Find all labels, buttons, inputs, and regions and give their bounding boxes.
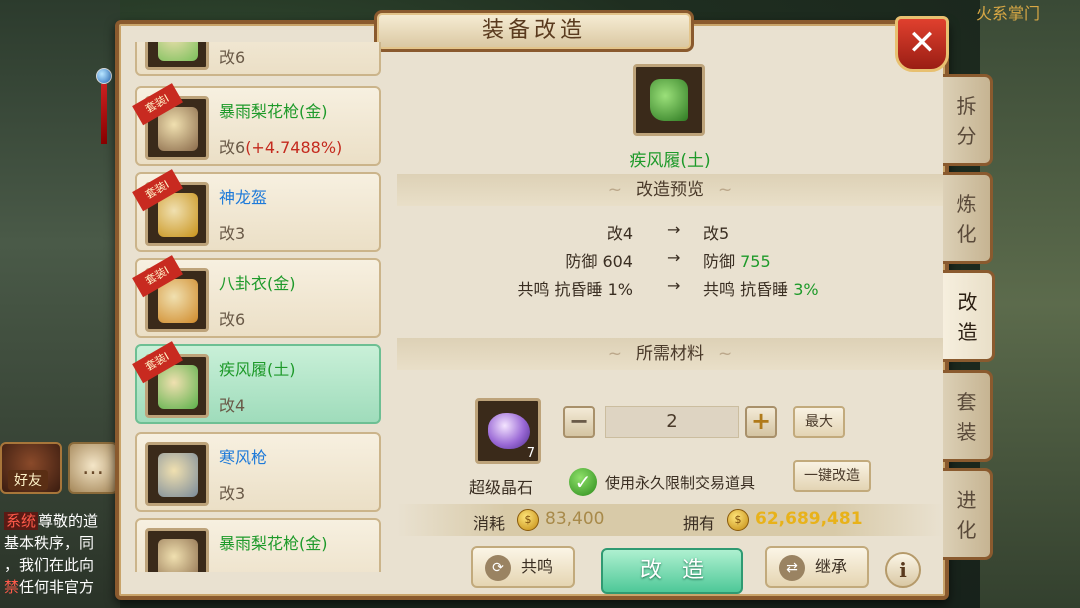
side-tab-char: 进 (956, 488, 977, 512)
equipment-modify-dialog: 装备改造 ✕ 改6 套装I 暴雨梨花枪(金) 改6(+4.7488%) 套装I 神龙盔 改3… (115, 10, 949, 600)
side-tab-char: 拆 (956, 94, 977, 118)
equipment-name: 寒风枪 (219, 448, 268, 467)
level-bonus: (+4.7488%) (245, 138, 343, 157)
side-tab[interactable]: 炼化 (943, 172, 993, 264)
own-value: 62,689,481 (755, 509, 863, 529)
equipment-thumbnail (145, 42, 209, 70)
equipment-name: 八卦衣(金) (219, 274, 296, 293)
equipment-icon (158, 539, 198, 572)
background-npc-label: 火系掌门 (975, 4, 1040, 23)
equipment-icon (158, 193, 198, 237)
side-tab[interactable]: 拆分 (943, 74, 993, 166)
side-tab-char: 化 (956, 518, 977, 542)
background-scenery-right (980, 0, 1080, 608)
selected-equipment-icon (633, 64, 705, 136)
equipment-list-item[interactable]: 套装I 神龙盔 改3 (132, 169, 381, 252)
equipment-name: 暴雨梨花枪(金) (219, 534, 328, 553)
tassel-icon (101, 84, 107, 144)
chat-line: 系统 尊敬的道 (4, 512, 99, 530)
chat-prefix: 禁 (4, 578, 20, 596)
chat-line: ，我们在此向 (4, 556, 95, 574)
equipment-list[interactable]: 改6 套装I 暴雨梨花枪(金) 改6(+4.7488%) 套装I 神龙盔 改3 套装I 八卦衣(… (129, 42, 389, 572)
side-tab-char: 炼 (956, 192, 977, 216)
material-name: 超级晶石 (469, 478, 534, 497)
equipment-thumbnail (145, 528, 209, 572)
exchange-icon: ⇄ (779, 554, 805, 581)
side-tab[interactable]: 套装 (943, 370, 993, 462)
boots-icon (650, 79, 688, 121)
preview-heading: 改造预览 (397, 174, 943, 206)
decrease-button[interactable]: − (563, 406, 595, 438)
chat-bubble-icon[interactable]: … (68, 442, 118, 494)
cost-bar: 消耗 $ 83,400 拥有 $ 62,689,481 (397, 504, 943, 536)
equipment-list-item[interactable]: 套装I 暴雨梨花枪(金) 改6(+4.7488%) (132, 83, 381, 166)
consume-value: 83,400 (545, 509, 605, 529)
equipment-icon (158, 279, 198, 323)
quantity-field[interactable]: 2 (605, 406, 739, 438)
orb-icon (96, 68, 112, 84)
equipment-list-item[interactable]: 改6 (135, 42, 381, 76)
swirl-icon: ⟳ (485, 554, 511, 581)
coin-icon: $ (517, 509, 539, 531)
crystal-icon (488, 413, 530, 449)
equipment-level: 改6 (219, 48, 246, 67)
consume-label: 消耗 (473, 514, 506, 533)
chat-prefix: 系统 (4, 512, 39, 530)
equipment-list-item[interactable]: 套装I 八卦衣(金) 改6 (132, 255, 381, 338)
side-tab[interactable]: 改造 (943, 270, 995, 362)
own-label: 拥有 (683, 514, 716, 533)
friends-button[interactable]: 好友 (0, 442, 62, 494)
equipment-list-item[interactable]: 套装I 疾风履(土) 改4 (132, 341, 381, 424)
side-tab-char: 套 (956, 390, 977, 414)
equipment-icon (158, 42, 198, 61)
modify-button[interactable]: 改造 (601, 548, 743, 594)
equipment-list-item[interactable]: 寒风枪改3 (135, 432, 381, 512)
coin-icon: $ (727, 509, 749, 531)
equipment-thumbnail (145, 442, 209, 506)
equipment-level: 改4 (219, 396, 246, 415)
equipment-level: 改6(+4.7488%) (219, 138, 343, 157)
dialog-title: 装备改造 (481, 18, 586, 43)
increase-button[interactable]: + (745, 406, 777, 438)
chat-line: 禁任何非官方 (4, 578, 95, 596)
inherit-button[interactable]: ⇄ 继承 (765, 546, 869, 588)
one-click-modify-button[interactable]: 一键改造 (793, 460, 871, 492)
checkbox-checked-icon[interactable]: ✓ (569, 468, 597, 496)
side-tab-char: 分 (956, 124, 977, 148)
use-bound-items-label: 使用永久限制交易道具 (605, 474, 756, 492)
equipment-level: 改3 (219, 224, 246, 243)
friends-label: 好友 (8, 470, 48, 490)
side-tab-char: 化 (956, 222, 977, 246)
modify-panel: 疾风履(土) 改造预览 改4 → 改5 防御 604 → 防御 755 共鸣 抗… (397, 42, 943, 594)
materials-heading: 所需材料 (397, 338, 943, 370)
material-count: 7 (526, 446, 535, 461)
side-tab-char: 造 (957, 320, 978, 344)
equipment-icon (158, 453, 198, 497)
equipment-level: 改3 (219, 484, 246, 503)
side-tab-char: 改 (957, 290, 978, 314)
equipment-icon (158, 107, 198, 151)
equipment-name: 暴雨梨花枪(金) (219, 102, 328, 121)
equipment-icon (158, 365, 198, 409)
side-tab[interactable]: 进化 (943, 468, 993, 560)
hud-ornament (96, 46, 114, 156)
selected-equipment-name: 疾风履(土) (629, 151, 711, 171)
side-tab-char: 装 (956, 420, 977, 444)
chat-log[interactable]: 系统 尊敬的道 基本秩序，同 ，我们在此向 禁任何非官方 (4, 510, 122, 598)
chat-line: 基本秩序，同 (4, 534, 95, 552)
resonance-button[interactable]: ⟳ 共鸣 (471, 546, 575, 588)
max-button[interactable]: 最大 (793, 406, 845, 438)
equipment-name: 疾风履(土) (219, 360, 296, 379)
equipment-name: 神龙盔 (219, 188, 268, 207)
equipment-level: 改6 (219, 310, 246, 329)
info-button[interactable]: i (885, 552, 921, 588)
material-slot[interactable]: 7 (475, 398, 541, 464)
equipment-list-item[interactable]: 暴雨梨花枪(金) (135, 518, 381, 572)
